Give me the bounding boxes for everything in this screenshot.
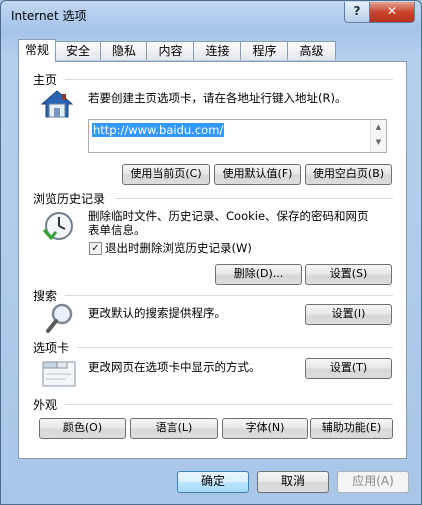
use-default-button[interactable]: 使用默认值(F): [214, 164, 301, 185]
languages-button[interactable]: 语言(L): [130, 418, 218, 439]
use-current-button[interactable]: 使用当前页(C): [122, 164, 210, 185]
homepage-description: 若要创建主页选项卡，请在各地址行键入地址(R)。: [88, 91, 347, 105]
textarea-scrollbar[interactable]: ▲ ▼: [370, 120, 386, 152]
tab-programs[interactable]: 程序: [240, 41, 289, 60]
general-tab-panel: 主页 若要创建主页选项卡，请在各地址行键入地址(R)。 http://www.b…: [18, 61, 407, 459]
accessibility-button[interactable]: 辅助功能(E): [310, 418, 393, 439]
divider: [115, 198, 393, 199]
homepage-heading: 主页: [33, 73, 58, 87]
search-description: 更改默认的搜索提供程序。: [88, 306, 226, 320]
history-settings-button[interactable]: 设置(S): [305, 264, 392, 285]
search-settings-button[interactable]: 设置(I): [305, 304, 392, 325]
tabs-description: 更改网页在选项卡中显示的方式。: [88, 360, 261, 374]
tab-privacy[interactable]: 隐私: [100, 41, 148, 60]
delete-on-exit-checkbox[interactable]: ✓: [89, 242, 102, 255]
colors-button[interactable]: 颜色(O): [39, 418, 126, 439]
help-button[interactable]: ?: [344, 2, 370, 23]
window-title: Internet 选项: [11, 9, 87, 23]
fonts-button[interactable]: 字体(N): [222, 418, 308, 439]
tab-connections[interactable]: 连接: [193, 41, 242, 60]
appearance-heading: 外观: [33, 398, 58, 412]
history-clock-icon: [42, 210, 74, 245]
use-blank-button[interactable]: 使用空白页(B): [305, 164, 392, 185]
divider: [65, 404, 393, 405]
tab-security[interactable]: 安全: [54, 41, 102, 60]
home-icon: [40, 89, 74, 122]
homepage-url-text: http://www.baidu.com/: [92, 123, 225, 137]
tab-content[interactable]: 内容: [146, 41, 195, 60]
apply-button[interactable]: 应用(A): [337, 471, 409, 493]
tab-general[interactable]: 常规: [18, 39, 56, 62]
tab-advanced[interactable]: 高级: [287, 41, 336, 60]
internet-options-dialog: Internet 选项 ? ✕ 常规 安全 隐私 内容 连接 程序 高级 主页 …: [0, 0, 422, 505]
divider: [65, 79, 393, 80]
cancel-button[interactable]: 取消: [257, 471, 329, 493]
divider: [65, 295, 393, 296]
history-description: 删除临时文件、历史记录、Cookie、保存的密码和网页表单信息。: [88, 209, 369, 237]
tabs-settings-button[interactable]: 设置(T): [305, 358, 392, 379]
ok-button[interactable]: 确定: [177, 471, 249, 493]
close-button[interactable]: ✕: [369, 2, 415, 23]
delete-on-exit-label[interactable]: 退出时删除浏览历史记录(W): [105, 241, 252, 255]
tabs-section-heading: 选项卡: [33, 341, 70, 355]
homepage-url-textarea[interactable]: http://www.baidu.com/ ▲ ▼: [88, 119, 387, 153]
delete-history-button[interactable]: 删除(D)...: [215, 264, 302, 285]
divider: [77, 347, 393, 348]
tabbed-window-icon: [42, 358, 76, 391]
history-heading: 浏览历史记录: [33, 192, 106, 206]
magnifier-icon: [45, 302, 75, 337]
